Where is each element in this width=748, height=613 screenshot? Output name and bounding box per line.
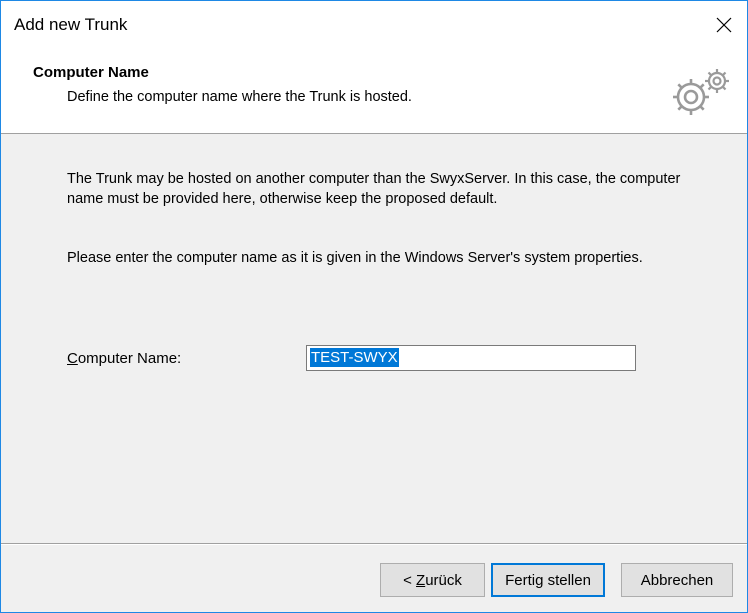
back-button[interactable]: < Zurück xyxy=(380,563,485,597)
close-icon xyxy=(716,17,732,33)
info-paragraph: The Trunk may be hosted on another compu… xyxy=(67,171,681,207)
dialog-window: Add new Trunk Computer Name Define the c… xyxy=(0,0,748,613)
header-subtitle: Define the computer name where the Trunk… xyxy=(67,89,412,105)
title-bar[interactable]: Add new Trunk xyxy=(1,1,747,49)
wizard-header: Computer Name Define the computer name w… xyxy=(1,49,747,134)
gears-icon xyxy=(667,67,737,119)
computer-name-value: TEST-SWYX xyxy=(310,348,399,367)
instruction-paragraph: Please enter the computer name as it is … xyxy=(67,250,643,266)
window-title: Add new Trunk xyxy=(14,15,128,34)
footer-divider-highlight xyxy=(1,544,747,545)
finish-button[interactable]: Fertig stellen xyxy=(491,563,605,597)
header-title: Computer Name xyxy=(33,64,149,81)
close-button[interactable] xyxy=(701,1,747,49)
computer-name-label: Computer Name: xyxy=(67,350,182,367)
cancel-button[interactable]: Abbrechen xyxy=(621,563,733,597)
computer-name-input[interactable]: TEST-SWYX xyxy=(306,345,636,371)
